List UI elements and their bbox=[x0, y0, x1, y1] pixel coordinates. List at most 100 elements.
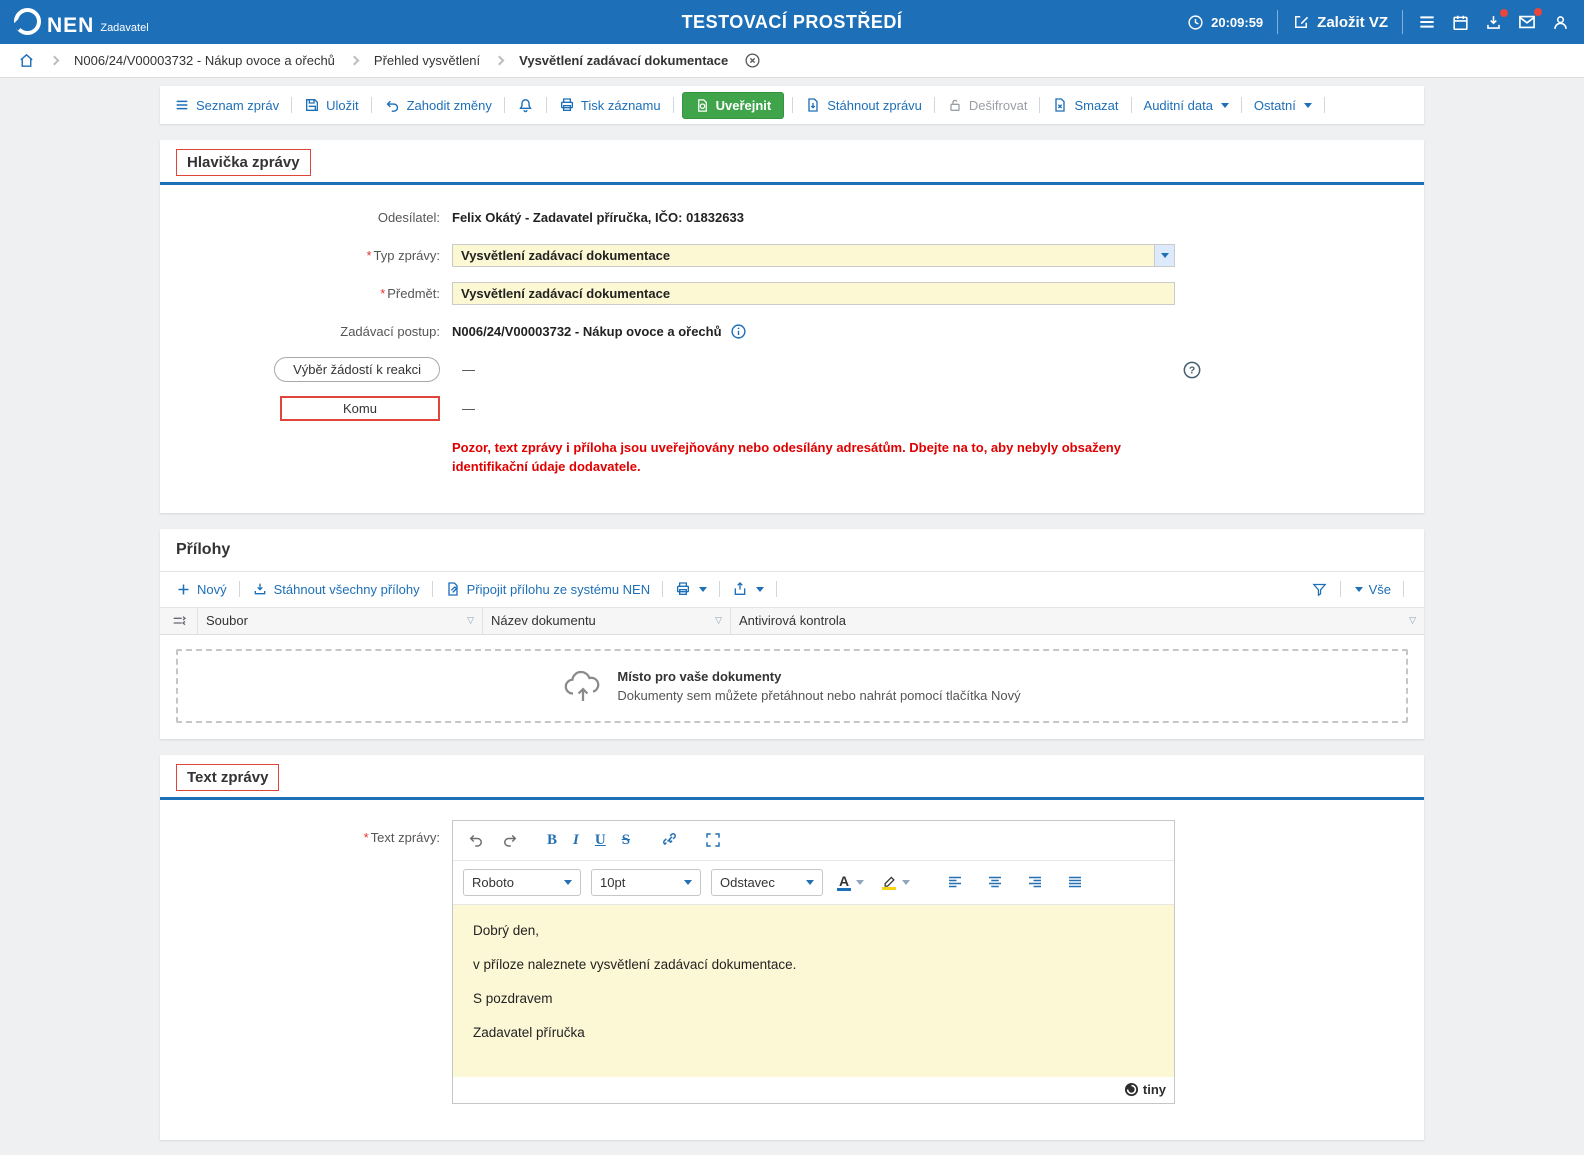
divider bbox=[1277, 10, 1278, 34]
zahodit-zmeny-button[interactable]: Zahodit změny bbox=[380, 97, 496, 114]
chevron-down-icon bbox=[1304, 103, 1312, 108]
toolbar-divider bbox=[371, 97, 372, 113]
typ-zpravy-input[interactable] bbox=[452, 244, 1175, 267]
message-paragraph: Dobrý den, bbox=[473, 923, 1154, 938]
home-icon[interactable] bbox=[18, 52, 35, 69]
text-color-button[interactable]: A bbox=[833, 872, 868, 893]
redo-button[interactable] bbox=[495, 827, 525, 853]
auditni-data-button[interactable]: Auditní data bbox=[1140, 98, 1233, 113]
chevron-down-icon bbox=[564, 880, 572, 885]
stahnout-zpravu-button[interactable]: Stáhnout zprávu bbox=[801, 97, 926, 113]
highlight-color-button[interactable] bbox=[878, 872, 914, 892]
predmet-input[interactable] bbox=[452, 282, 1175, 305]
chevron-down-icon bbox=[856, 880, 864, 885]
attachments-dropzone[interactable]: Místo pro vaše dokumenty Dokumenty sem m… bbox=[176, 649, 1408, 723]
close-tab-icon[interactable] bbox=[744, 52, 761, 69]
align-center-button[interactable] bbox=[980, 869, 1010, 895]
align-left-button[interactable] bbox=[940, 869, 970, 895]
underline-button[interactable]: U bbox=[589, 828, 612, 853]
toolbar-divider bbox=[291, 97, 292, 113]
publish-doc-icon bbox=[695, 98, 710, 113]
breadcrumb-item-procedure[interactable]: N006/24/V00003732 - Nákup ovoce a ořechů bbox=[74, 53, 335, 68]
help-circle-icon[interactable]: ? bbox=[1182, 360, 1202, 380]
strikethrough-button[interactable]: S bbox=[616, 828, 636, 853]
uverejnit-button[interactable]: Uveřejnit bbox=[682, 92, 785, 119]
attachments-toolbar: Nový Stáhnout všechny přílohy Připojit p… bbox=[160, 572, 1424, 608]
column-header-soubor[interactable]: Soubor ▽ bbox=[198, 608, 483, 634]
info-circle-icon[interactable] bbox=[730, 323, 747, 340]
block-format-select[interactable]: Odstavec bbox=[711, 869, 823, 896]
seznam-zprav-button[interactable]: Seznam zpráv bbox=[170, 97, 283, 113]
ulozit-button[interactable]: Uložit bbox=[300, 97, 363, 113]
font-family-select[interactable]: Roboto bbox=[463, 869, 581, 896]
toolbar-divider bbox=[1131, 97, 1132, 113]
chevron-down-icon bbox=[902, 880, 910, 885]
toolbar-divider bbox=[1039, 97, 1040, 113]
notification-dot bbox=[1534, 8, 1542, 16]
column-settings-icon[interactable] bbox=[160, 608, 198, 634]
section-prilohy: Přílohy Nový Stáhnout všechny přílohy Př… bbox=[160, 529, 1424, 739]
form-row-odesilatel: Odesílatel: Felix Okátý - Zadavatel přír… bbox=[160, 205, 1424, 229]
notification-bell-button[interactable] bbox=[513, 97, 538, 114]
odesilatel-value: Felix Okátý - Zadavatel příručka, IČO: 0… bbox=[452, 210, 744, 225]
download-doc-icon bbox=[805, 97, 821, 113]
downloads-button[interactable] bbox=[1484, 13, 1503, 32]
align-justify-button[interactable] bbox=[1060, 869, 1090, 895]
breadcrumb-item-overview[interactable]: Přehled vysvětlení bbox=[374, 53, 480, 68]
calendar-button[interactable] bbox=[1451, 13, 1470, 32]
ostatni-button[interactable]: Ostatní bbox=[1250, 98, 1316, 113]
link-button[interactable] bbox=[654, 827, 684, 853]
zalozit-vz-button[interactable]: Založit VZ bbox=[1292, 13, 1388, 31]
toolbar-divider bbox=[1340, 581, 1341, 597]
breadcrumb-item-current: Vysvětlení zadávací dokumentace bbox=[519, 53, 728, 68]
italic-button[interactable]: I bbox=[567, 828, 585, 853]
stahnout-vsechny-prilohy-button[interactable]: Stáhnout všechny přílohy bbox=[248, 581, 424, 597]
desifrovat-button: Dešifrovat bbox=[943, 97, 1032, 113]
editor-content-area[interactable]: Dobrý den, v příloze naleznete vysvětlen… bbox=[453, 905, 1174, 1077]
filter-button[interactable] bbox=[1307, 581, 1332, 598]
column-filter-icon[interactable]: ▽ bbox=[467, 615, 474, 626]
combo-dropdown-icon[interactable] bbox=[1154, 245, 1174, 266]
fullscreen-button[interactable] bbox=[698, 827, 728, 853]
form-row-predmet: *Předmět: bbox=[160, 281, 1424, 305]
column-header-antivirova-kontrola[interactable]: Antivirová kontrola ▽ bbox=[731, 608, 1424, 634]
undo-button[interactable] bbox=[461, 827, 491, 853]
komu-button[interactable]: Komu bbox=[280, 396, 440, 421]
nen-logo[interactable]: NEN Zadavatel bbox=[14, 8, 149, 36]
printer-icon bbox=[559, 97, 575, 113]
smazat-button[interactable]: Smazat bbox=[1048, 97, 1122, 113]
pripojit-prilohu-button[interactable]: Připojit přílohu ze systému NEN bbox=[441, 581, 655, 597]
vyber-zadosti-empty-value: — bbox=[462, 362, 475, 377]
toolbar-divider bbox=[1241, 97, 1242, 113]
print-attachments-button[interactable] bbox=[671, 581, 711, 597]
toolbar-divider bbox=[504, 97, 505, 113]
toolbar-divider bbox=[776, 581, 777, 597]
breadcrumb-separator bbox=[50, 56, 60, 66]
printer-icon bbox=[675, 581, 691, 597]
chevron-down-icon bbox=[1355, 587, 1363, 592]
column-filter-icon[interactable]: ▽ bbox=[715, 615, 722, 626]
bell-icon bbox=[517, 97, 534, 114]
tiny-logo[interactable]: tiny bbox=[1124, 1082, 1166, 1097]
messages-button[interactable] bbox=[1517, 12, 1537, 32]
chevron-down-icon bbox=[806, 880, 814, 885]
novy-button[interactable]: Nový bbox=[172, 582, 231, 597]
font-size-select[interactable]: 10pt bbox=[591, 869, 701, 896]
bold-button[interactable]: B bbox=[541, 828, 563, 853]
tisk-zaznamu-button[interactable]: Tisk záznamu bbox=[555, 97, 665, 113]
align-right-button[interactable] bbox=[1020, 869, 1050, 895]
breadcrumb-separator bbox=[495, 56, 505, 66]
brand-subtitle: Zadavatel bbox=[100, 21, 148, 36]
toolbar-divider bbox=[239, 581, 240, 597]
unlock-icon bbox=[947, 97, 963, 113]
vyber-zadosti-button[interactable]: Výběr žádostí k reakci bbox=[274, 357, 440, 382]
message-paragraph: Zadavatel příručka bbox=[473, 1025, 1154, 1040]
column-header-nazev-dokumentu[interactable]: Název dokumentu ▽ bbox=[483, 608, 731, 634]
odesilatel-label: Odesílatel: bbox=[160, 210, 452, 225]
vse-filter-button[interactable]: Vše bbox=[1349, 582, 1395, 597]
record-toolbar: Seznam zpráv Uložit Zahodit změny Tisk z… bbox=[160, 86, 1424, 124]
column-filter-icon[interactable]: ▽ bbox=[1409, 615, 1416, 626]
main-menu-button[interactable] bbox=[1417, 12, 1437, 32]
user-profile-button[interactable] bbox=[1551, 13, 1570, 32]
export-attachments-button[interactable] bbox=[728, 581, 768, 597]
